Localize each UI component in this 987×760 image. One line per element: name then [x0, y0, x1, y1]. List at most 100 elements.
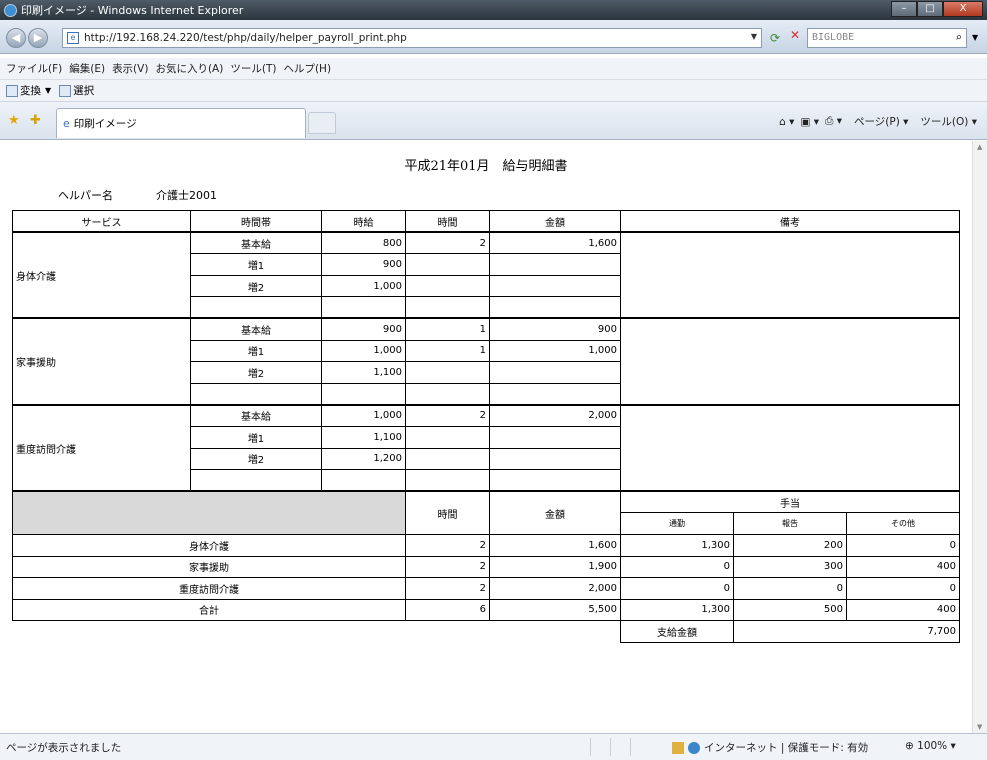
tools-menu[interactable]: ツール(O) ▾ — [914, 114, 977, 129]
favorites-star-icon[interactable]: ★ — [8, 113, 20, 128]
summary-total-row: 合計 6 5,500 1,300 500 400 — [12, 598, 960, 622]
print-icon[interactable]: ⎙ ▾ — [825, 115, 842, 128]
summary-row: 身体介護 2 1,600 1,300 200 0 — [12, 533, 960, 557]
feeds-icon[interactable]: ▣ ▾ — [800, 116, 819, 128]
status-bar: ページが表示されました インターネット | 保護モード: 有効 ⊕ 100% ▾ — [0, 733, 987, 760]
summary-other: 0 — [846, 577, 960, 600]
hours-cell — [405, 382, 490, 406]
time-band-cell: 増2 — [190, 447, 322, 471]
security-zone[interactable]: インターネット | 保護モード: 有効 — [672, 740, 868, 755]
menu-view[interactable]: 表示(V) — [112, 61, 148, 76]
search-placeholder: BIGLOBE — [812, 32, 855, 43]
address-dropdown-icon[interactable]: ▼ — [751, 32, 757, 41]
menu-tools[interactable]: ツール(T) — [230, 61, 276, 76]
summary-label: 重度訪問介護 — [12, 577, 406, 600]
status-separator — [590, 738, 591, 756]
refresh-icon[interactable]: ⟳ — [770, 31, 780, 45]
hours-cell: 1 — [405, 339, 490, 363]
payroll-table: サービス 時間帯 時給 時間 金額 備考 身体介護 基本給 800 2 1,60… — [12, 210, 960, 643]
summary-hours: 6 — [405, 598, 490, 622]
hourly-cell: 900 — [321, 317, 406, 341]
close-button[interactable]: X — [943, 1, 983, 17]
select-button[interactable]: 選択 — [59, 83, 94, 98]
time-band-cell: 増1 — [190, 339, 322, 363]
service-name: 重度訪問介護 — [12, 403, 191, 492]
maximize-button[interactable]: □ — [917, 1, 943, 17]
amount-cell — [489, 447, 621, 471]
amount-cell — [489, 253, 621, 276]
amount-cell — [489, 382, 621, 406]
vertical-scrollbar[interactable]: ▲ ▼ — [972, 141, 987, 733]
zoom-level: 100% — [917, 740, 948, 752]
summary-other: 400 — [846, 555, 960, 579]
hourly-cell — [321, 469, 406, 492]
search-icon[interactable]: ⌕ — [955, 31, 962, 44]
tab-page-icon: e — [63, 117, 70, 130]
extra-toolbar: 変換 ▼ 選択 — [0, 80, 987, 102]
summary-header-hours: 時間 — [405, 490, 490, 535]
table-row: 家事援助 基本給 900 1 900 — [12, 317, 960, 406]
time-band-cell: 基本給 — [190, 403, 322, 427]
stop-icon[interactable]: ✕ — [787, 28, 803, 46]
page-menu[interactable]: ページ(P) ▾ — [848, 114, 908, 129]
zoom-control[interactable]: ⊕ 100% ▾ — [905, 740, 956, 752]
header-amount: 金額 — [489, 210, 621, 233]
protected-mode-icon — [672, 741, 684, 754]
zone-text: インターネット | 保護モード: 有効 — [704, 742, 869, 754]
summary-report: 500 — [733, 598, 847, 622]
hours-cell: 1 — [405, 317, 490, 341]
forward-button[interactable]: ▶ — [28, 28, 48, 48]
convert-icon — [6, 84, 18, 97]
summary-report: 0 — [733, 577, 847, 600]
document-title: 平成21年01月 給与明細書 — [404, 159, 568, 174]
hourly-cell: 1,200 — [321, 447, 406, 471]
header-remarks: 備考 — [620, 210, 960, 233]
service-name: 身体介護 — [12, 231, 191, 319]
new-tab-button[interactable] — [308, 112, 336, 134]
back-button[interactable]: ◀ — [6, 28, 26, 48]
summary-header-row: 時間 金額 手当 — [12, 490, 960, 535]
amount-cell: 1,600 — [489, 231, 621, 255]
add-favorites-icon[interactable]: ✚ — [30, 113, 41, 128]
summary-amount: 2,000 — [489, 577, 621, 600]
status-text: ページが表示されました — [6, 742, 122, 754]
menu-bar: ファイル(F) 編集(E) 表示(V) お気に入り(A) ツール(T) ヘルプ(… — [0, 58, 987, 80]
menu-help[interactable]: ヘルプ(H) — [283, 61, 331, 76]
menu-file[interactable]: ファイル(F) — [6, 61, 62, 76]
helper-label: ヘルパー名 — [58, 189, 113, 202]
scroll-down-icon[interactable]: ▼ — [977, 723, 982, 731]
menu-edit[interactable]: 編集(E) — [69, 61, 105, 76]
hours-cell: 2 — [405, 231, 490, 255]
convert-button[interactable]: 変換 — [6, 83, 41, 98]
search-input[interactable]: BIGLOBE ⌕ — [807, 28, 967, 48]
hours-cell: 2 — [405, 403, 490, 427]
address-toolbar: ◀ ▶ e http://192.168.24.220/test/php/dai… — [0, 20, 987, 54]
hourly-cell: 800 — [321, 231, 406, 255]
summary-report: 300 — [733, 555, 847, 579]
hourly-cell: 1,000 — [321, 339, 406, 363]
amount-cell: 900 — [489, 317, 621, 341]
time-band-cell — [190, 382, 322, 406]
search-dropdown-icon[interactable]: ▼ — [972, 33, 978, 42]
window-controls: – □ X — [891, 1, 983, 17]
service-name: 家事援助 — [12, 317, 191, 406]
summary-header-other: その他 — [846, 512, 960, 535]
time-band-cell — [190, 469, 322, 492]
tab-print-image[interactable]: e 印刷イメージ — [56, 108, 306, 138]
summary-header-report: 報告 — [733, 512, 847, 535]
summary-amount: 5,500 — [489, 598, 621, 622]
header-hourly: 時給 — [321, 210, 406, 233]
amount-cell: 1,000 — [489, 339, 621, 363]
summary-label: 家事援助 — [12, 555, 406, 579]
convert-dropdown-icon[interactable]: ▼ — [45, 86, 51, 95]
hourly-cell: 900 — [321, 253, 406, 276]
menu-favorites[interactable]: お気に入り(A) — [155, 61, 223, 76]
home-icon[interactable]: ⌂ ▾ — [779, 116, 794, 128]
table-header-row: サービス 時間帯 時給 時間 金額 備考 — [12, 210, 960, 233]
summary-amount: 1,900 — [489, 555, 621, 579]
minimize-button[interactable]: – — [891, 1, 917, 17]
scroll-up-icon[interactable]: ▲ — [977, 143, 982, 151]
summary-blank-cell — [12, 490, 406, 535]
address-field[interactable]: e http://192.168.24.220/test/php/daily/h… — [62, 28, 762, 48]
header-service: サービス — [12, 210, 191, 233]
